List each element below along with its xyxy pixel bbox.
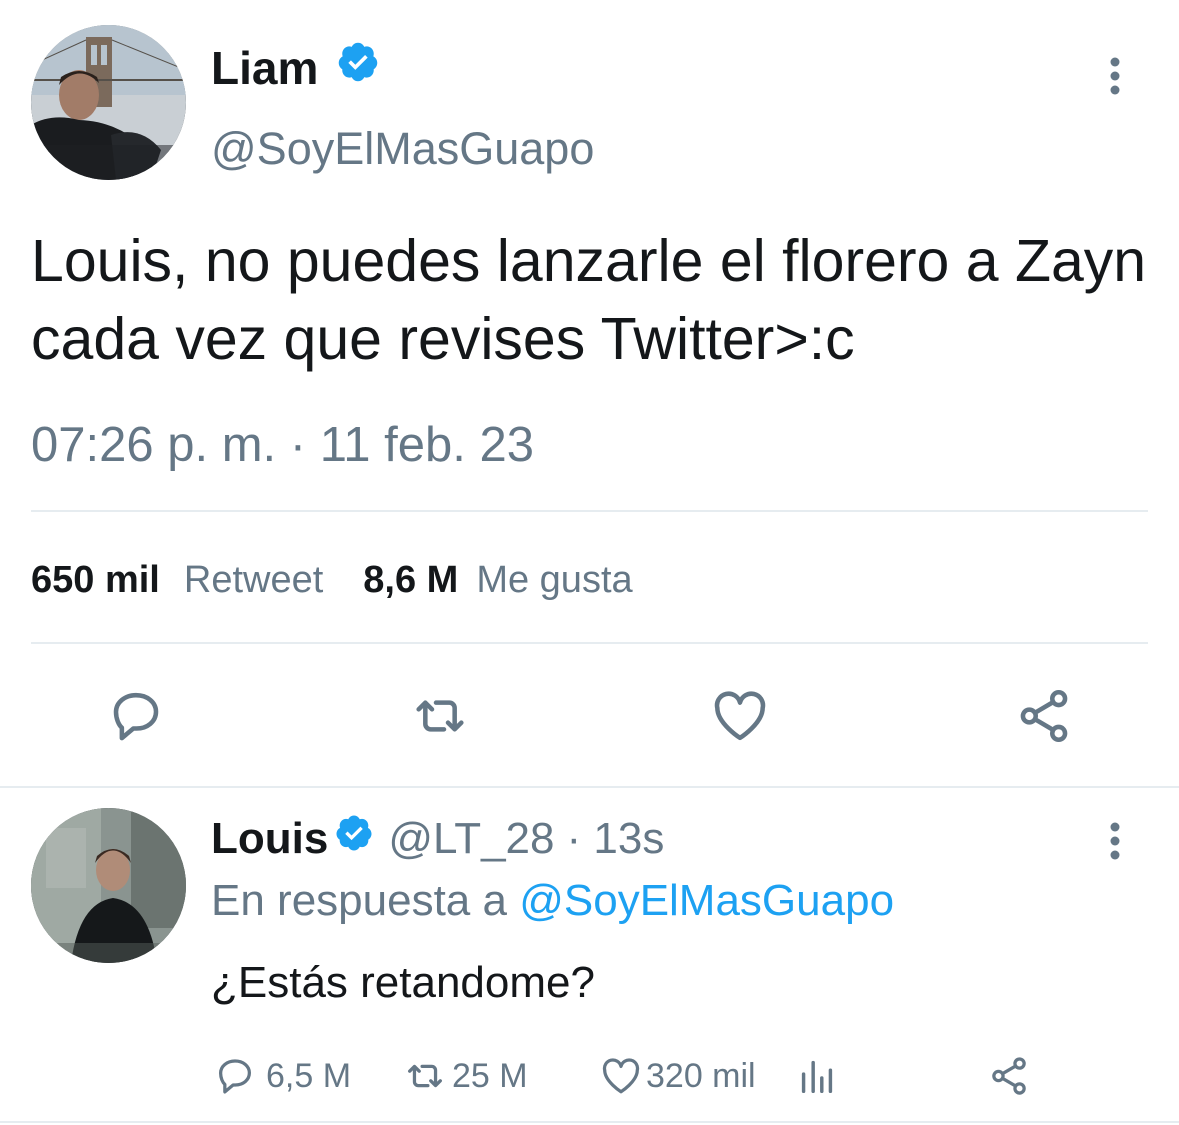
reply-count: 6,5 M (266, 1057, 352, 1095)
tweet-stats: 650 mil Retweet 8,6 M Me gusta (31, 556, 633, 604)
reply-reply-button[interactable]: 6,5 M (212, 1053, 351, 1099)
retweet-icon (408, 1064, 442, 1088)
divider (31, 642, 1148, 644)
share-icon (1020, 689, 1068, 743)
retweet-count: 25 M (452, 1057, 528, 1095)
like-icon (602, 1058, 640, 1094)
like-button[interactable] (708, 684, 772, 748)
reply-prefix: En respuesta a (211, 876, 507, 925)
reply-share-button[interactable] (986, 1053, 1032, 1099)
like-icon (714, 691, 766, 741)
tweet-separator (0, 1121, 1179, 1123)
retweets-count[interactable]: 650 mil (31, 556, 160, 604)
reply-like-button[interactable]: 320 mil (598, 1053, 756, 1099)
reply-text: ¿Estás retandome? (211, 958, 595, 1007)
tweet-timestamp[interactable]: 07:26 p. m. · 11 feb. 23 (31, 416, 534, 474)
retweet-button[interactable] (408, 684, 472, 748)
tweet-text: Louis, no puedes lanzarle el florero a Z… (31, 228, 1147, 372)
reply-icon (218, 1059, 252, 1094)
author-name-row[interactable]: Liam (211, 40, 380, 95)
likes-count[interactable]: 8,6 M (363, 556, 458, 604)
reply-author-avatar[interactable] (31, 808, 186, 963)
author-handle[interactable]: @SoyElMasGuapo (211, 122, 594, 176)
analytics-button[interactable] (794, 1053, 840, 1099)
reply-icon (113, 692, 159, 741)
more-options-icon[interactable] (1100, 820, 1130, 862)
avatar-photo (31, 808, 186, 963)
reply-author-name[interactable]: Louis (211, 812, 328, 866)
reply-context: En respuesta a @SoyElMasGuapo (211, 874, 894, 928)
reply-header: Louis @LT_28 · 13s (211, 812, 664, 866)
reply-retweet-button[interactable]: 25 M (402, 1053, 528, 1099)
verified-badge-icon (336, 40, 380, 95)
like-count: 320 mil (646, 1057, 756, 1095)
author-avatar[interactable] (31, 25, 186, 180)
reply-author-handle[interactable]: @LT_28 (388, 812, 554, 866)
verified-badge-icon (334, 812, 374, 866)
share-icon (992, 1057, 1026, 1095)
more-options-icon[interactable] (1100, 55, 1130, 97)
share-button[interactable] (1012, 684, 1076, 748)
reply-time-ago[interactable]: · 13s (567, 812, 665, 866)
likes-label[interactable]: Me gusta (476, 556, 632, 604)
retweets-label[interactable]: Retweet (184, 556, 323, 604)
avatar-photo (31, 25, 186, 180)
retweet-icon (416, 700, 464, 732)
reply-button[interactable] (104, 684, 168, 748)
divider (31, 510, 1148, 512)
tweet-separator (0, 786, 1179, 788)
author-name[interactable]: Liam (211, 41, 318, 95)
analytics-icon (801, 1060, 833, 1094)
reply-mention-link[interactable]: @SoyElMasGuapo (519, 876, 894, 925)
tweet-detail-view: Liam @SoyElMasGuapo Louis, no puedes lan… (0, 0, 1179, 1125)
